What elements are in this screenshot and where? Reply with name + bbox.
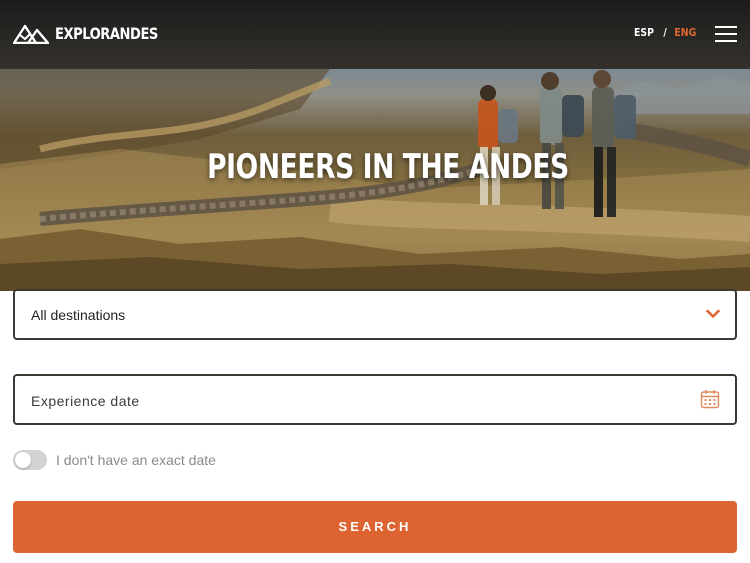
toggle-knob [15,452,31,468]
brand-name: EXPLORANDES [55,23,158,43]
no-exact-date-label[interactable]: I don't have an exact date [56,452,216,468]
experience-date-input[interactable]: Experience date [13,374,737,425]
language-switcher: ESP / ENG [634,26,696,39]
hamburger-menu-icon[interactable] [715,26,737,42]
mountain-logo-icon [13,24,49,44]
no-exact-date-toggle[interactable] [13,450,47,470]
lang-eng-link[interactable]: ENG [674,26,696,39]
experience-date-placeholder: Experience date [31,393,140,409]
lang-separator: / [663,26,667,39]
search-button[interactable]: SEARCH [13,501,737,553]
destination-selected-value: All destinations [31,307,126,323]
hero-banner: PIONEERS IN THE ANDES [0,69,750,291]
destination-select[interactable]: All destinations [13,289,737,340]
lang-esp-link[interactable]: ESP [634,26,654,39]
no-exact-date-row: I don't have an exact date [13,450,216,470]
calendar-icon[interactable] [700,389,720,409]
hero-title: PIONEERS IN THE ANDES [207,147,569,187]
brand-logo[interactable]: EXPLORANDES [13,22,180,44]
site-header: EXPLORANDES ESP / ENG [0,0,750,69]
chevron-down-icon [706,309,720,318]
